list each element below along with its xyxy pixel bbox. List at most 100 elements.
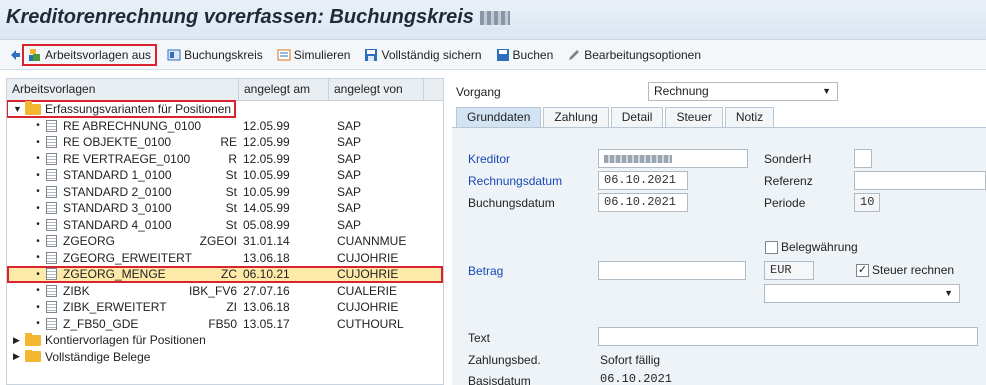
back-arrow-icon[interactable]: [8, 48, 22, 62]
bearbeitungsoptionen-button[interactable]: Bearbeitungsoptionen: [563, 44, 705, 66]
document-icon: [46, 152, 57, 165]
bullet-icon: •: [36, 268, 40, 280]
template-key-clipped: St: [225, 201, 237, 216]
periode-field[interactable]: 10: [854, 193, 880, 212]
save-icon: [365, 48, 378, 61]
template-name: ZGEORG_ERWEITERT: [63, 250, 192, 265]
bullet-icon: •: [36, 235, 40, 247]
bullet-icon: •: [36, 252, 40, 264]
tree-row-template[interactable]: • RE VERTRAEGE_0100 R 12.05.99 SAP: [7, 151, 443, 168]
template-date: 12.05.99: [243, 135, 290, 150]
buchungsdatum-label: Buchungsdatum: [468, 196, 555, 210]
arbeitsvorlagen-button[interactable]: Arbeitsvorlagen aus: [22, 43, 158, 66]
window-title: Kreditorenrechnung vorerfassen: Buchungs…: [6, 6, 510, 29]
text-field[interactable]: [598, 327, 978, 346]
currency-field[interactable]: EUR: [764, 261, 814, 280]
template-date: 31.01.14: [243, 234, 290, 249]
betrag-label: Betrag: [468, 264, 504, 278]
document-icon: [46, 119, 57, 132]
betrag-field[interactable]: [598, 261, 746, 280]
template-user: SAP: [337, 201, 362, 216]
tree-row-template[interactable]: • ZGEORG_ERWEITERT 13.06.18 CUJOHRIE: [7, 250, 443, 267]
template-name: RE VERTRAEGE_0100: [63, 151, 191, 166]
document-icon: [46, 251, 57, 264]
basisdatum-value: 06.10.2021: [600, 372, 673, 385]
template-user: SAP: [337, 118, 362, 133]
simulieren-button[interactable]: Simulieren: [273, 44, 355, 66]
chevron-down-icon: ▼: [944, 288, 953, 298]
basisdatum-label: Basisdatum: [468, 374, 531, 385]
column-angelegt-von[interactable]: angelegt von: [329, 79, 424, 100]
folder-erfassungsvarianten[interactable]: ▼ Erfassungsvarianten für Positionen: [7, 100, 443, 119]
document-icon: [46, 218, 57, 231]
chevron-down-icon: ▼: [822, 86, 831, 96]
steuer-rechnen-label: Steuer rechnen: [872, 263, 955, 277]
expand-right-icon[interactable]: ▶: [13, 351, 23, 362]
tree-row-template[interactable]: • STANDARD 1_0100 St 10.05.99 SAP: [7, 167, 443, 184]
tree-row-template[interactable]: • STANDARD 2_0100 St 10.05.99 SAP: [7, 184, 443, 201]
bullet-icon: •: [36, 285, 40, 297]
template-date: 12.05.99: [243, 151, 290, 166]
template-name: STANDARD 4_0100: [63, 217, 172, 232]
tab-zahlung[interactable]: Zahlung: [543, 107, 609, 127]
tab-steuer[interactable]: Steuer: [665, 107, 723, 127]
template-key-clipped: St: [225, 217, 237, 232]
tab-notiz[interactable]: Notiz: [724, 107, 775, 127]
expand-down-icon[interactable]: ▼: [13, 104, 23, 114]
document-icon: [46, 185, 57, 198]
company-code-masked: [479, 10, 510, 25]
template-date: 27.07.16: [243, 283, 290, 298]
vollstaendig-sichern-button[interactable]: Vollständig sichern: [360, 44, 485, 66]
sonderh-label: SonderH: [764, 152, 812, 166]
tree-row-template[interactable]: • Z_FB50_GDE FB50 13.05.17 CUTHOURL: [7, 316, 443, 333]
expand-right-icon[interactable]: ▶: [13, 335, 23, 346]
tree-row-template[interactable]: • STANDARD 4_0100 St 05.08.99 SAP: [7, 217, 443, 234]
document-icon: [46, 301, 57, 314]
buchungsdatum-field[interactable]: 06.10.2021: [598, 193, 688, 212]
tab-strip: Grunddaten Zahlung Detail Steuer Notiz: [452, 106, 986, 128]
tab-detail[interactable]: Detail: [610, 107, 664, 127]
tax-code-select[interactable]: ▼: [764, 284, 960, 303]
template-key-clipped: ZC: [221, 267, 237, 282]
post-icon: [496, 48, 509, 61]
template-date: 10.05.99: [243, 184, 290, 199]
template-name: STANDARD 2_0100: [63, 184, 172, 199]
tree-row-template[interactable]: • ZIBK_ERWEITERT ZI 13.06.18 CUJOHRIE: [7, 299, 443, 316]
belegwaehrung-label: Belegwährung: [781, 240, 858, 254]
template-date: 10.05.99: [243, 168, 290, 183]
folder-vollstaendige-belege[interactable]: ▶ Vollständige Belege: [7, 349, 443, 366]
folder-icon: [25, 333, 41, 346]
tree-row-template[interactable]: • STANDARD 3_0100 St 14.05.99 SAP: [7, 200, 443, 217]
rechnungsdatum-field[interactable]: 06.10.2021: [598, 171, 688, 190]
bullet-icon: •: [36, 120, 40, 132]
template-user: SAP: [337, 217, 362, 232]
buchungskreis-button[interactable]: Buchungskreis: [163, 44, 267, 66]
tree-row-template[interactable]: • ZGEORG ZGEOI 31.01.14 CUANNMUE: [7, 233, 443, 250]
kreditor-field[interactable]: [598, 149, 748, 168]
column-arbeitsvorlagen[interactable]: Arbeitsvorlagen: [7, 79, 239, 100]
tree-row-template[interactable]: • ZGEORG_MENGE ZC 06.10.21 CUJOHRIE: [7, 266, 443, 283]
vorgang-select[interactable]: Rechnung ▼: [648, 82, 838, 101]
grunddaten-panel: Kreditor Rechnungsdatum 06.10.2021 Buchu…: [452, 128, 986, 385]
tab-grunddaten[interactable]: Grunddaten: [456, 107, 542, 127]
tree-row-template[interactable]: • RE OBJEKTE_0100 RE 12.05.99 SAP: [7, 134, 443, 151]
zahlungsbed-value: Sofort fällig: [600, 353, 661, 367]
folder-kontiervorlagen[interactable]: ▶ Kontiervorlagen für Positionen: [7, 332, 443, 349]
company-code-icon: [167, 49, 181, 60]
templates-tree: Arbeitsvorlagen angelegt am angelegt von…: [6, 78, 444, 385]
steuer-rechnen-checkbox[interactable]: ✓: [856, 264, 869, 277]
tree-row-template[interactable]: • RE ABRECHNUNG_0100 12.05.99 SAP: [7, 118, 443, 135]
folder-open-icon: [25, 100, 41, 115]
buchen-button[interactable]: Buchen: [492, 44, 558, 66]
column-angelegt-am[interactable]: angelegt am: [239, 79, 329, 100]
sonderh-field[interactable]: [854, 149, 872, 168]
belegwaehrung-checkbox[interactable]: [765, 241, 778, 254]
bullet-icon: •: [36, 219, 40, 231]
tree-row-template[interactable]: • ZIBK IBK_FV6 27.07.16 CUALERIE: [7, 283, 443, 300]
template-name: Z_FB50_GDE: [63, 316, 139, 331]
bullet-icon: •: [36, 301, 40, 313]
referenz-field[interactable]: [854, 171, 986, 190]
template-name: RE ABRECHNUNG_0100: [63, 118, 202, 133]
template-name: STANDARD 3_0100: [63, 201, 172, 216]
template-user: SAP: [337, 184, 362, 199]
